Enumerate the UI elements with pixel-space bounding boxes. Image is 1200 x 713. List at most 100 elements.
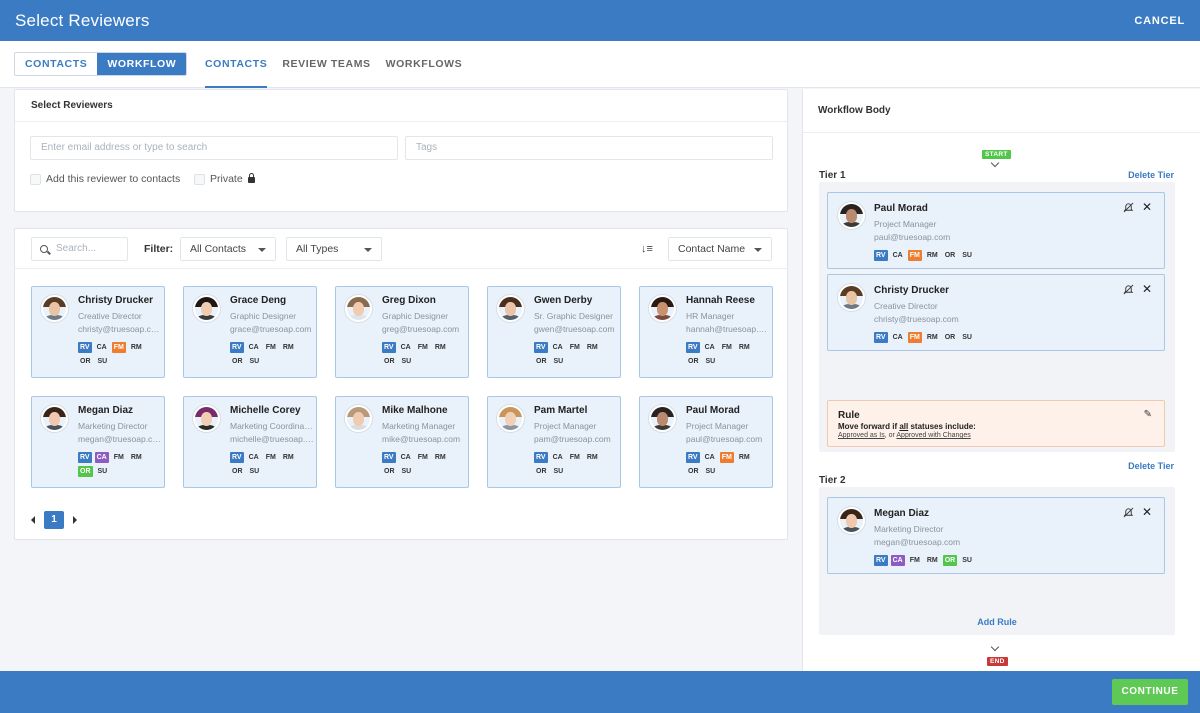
tab-workflows[interactable]: WORKFLOWS [386,41,463,88]
delete-tier-2-button[interactable]: Delete Tier [1128,461,1174,471]
role-badge: CA [400,344,411,351]
pagination: 1 [31,511,77,529]
rule-title: Rule [838,410,860,421]
role-badge: RV [874,250,888,261]
role-badge: RM [130,454,142,461]
contact-role: HR Manager [686,311,735,321]
rule-statuses: Approved as Is, or Approved with Changes [838,432,971,439]
avatar [497,405,524,432]
role-badge: OR [688,358,699,365]
status-link[interactable]: Approved with Changes [896,432,970,439]
role-badge: RV [534,342,548,353]
cancel-button[interactable]: CANCEL [1134,15,1185,27]
reviewer-card[interactable]: Megan Diaz Marketing Director megan@trueso… [827,497,1165,574]
avatar [838,202,865,229]
toggle-workflow[interactable]: WORKFLOW [97,53,187,75]
tags-input[interactable]: Tags [405,136,773,160]
page-number[interactable]: 1 [44,511,64,529]
role-badges: RV CA FM RM OR SU [78,452,164,480]
filter-contacts-select[interactable]: All Contacts [180,237,276,261]
reviewer-card[interactable]: Paul Morad Project Manager paul@truesoap.c… [827,192,1165,269]
top-bar: Select Reviewers CANCEL [0,0,1200,41]
private-label: Private [210,173,243,185]
role-badge: RM [738,344,750,351]
avatar [345,405,372,432]
remove-reviewer-icon[interactable]: ✕ [1142,282,1152,296]
tier-2-label: Tier 2 [819,475,846,486]
remove-reviewer-icon[interactable]: ✕ [1142,505,1152,519]
contact-name: Hannah Reese [686,295,755,306]
mute-notifications-icon[interactable] [1123,284,1134,295]
toggle-contacts[interactable]: CONTACTS [15,53,97,75]
chevron-down-icon [364,248,372,252]
contact-card[interactable]: Paul Morad Project Manager paul@truesoap.c… [639,396,773,488]
role-badge: OR [944,252,956,259]
workflow-panel: Workflow Body START Tier 1 Delete Tier P… [802,89,1200,671]
role-badges: RV CA FM RM OR SU [382,452,468,480]
role-badges: RV CA FM RM OR SU [874,250,1074,264]
role-badge: CA [400,454,411,461]
add-to-contacts-checkbox[interactable]: Add this reviewer to contacts [30,173,180,185]
status-link[interactable]: Approved as Is [838,432,885,439]
delete-tier-1-button[interactable]: Delete Tier [1128,170,1174,180]
contact-role: Graphic Designer [382,311,449,321]
role-badges: RV CA FM RM OR SU [382,342,468,370]
role-badge: RV [534,452,548,463]
sort-select[interactable]: Contact Name [668,237,772,261]
role-badge: RM [282,344,294,351]
filter-types-select[interactable]: All Types [286,237,382,261]
rule-card[interactable]: Rule Move forward if all statuses includ… [827,400,1165,447]
contact-card[interactable]: Mike Malhone Marketing Manager mike@trueso… [335,396,469,488]
role-badge: RV [230,452,244,463]
mute-notifications-icon[interactable] [1123,507,1134,518]
divider [803,132,1200,133]
role-badge: RM [130,344,142,351]
contact-card[interactable]: Gwen Derby Sr. Graphic Designer gwen@trues… [487,286,621,378]
tab-contacts[interactable]: CONTACTS [205,41,268,88]
contact-email: michelle@truesoap.com [230,434,314,444]
role-badge: RV [686,452,700,463]
reviewer-card[interactable]: Christy Drucker Creative Director christy@… [827,274,1165,351]
contact-card[interactable]: Hannah Reese HR Manager hannah@truesoap.co… [639,286,773,378]
contact-card[interactable]: Grace Deng Graphic Designer grace@truesoap… [183,286,317,378]
filter-contacts-value: All Contacts [190,243,247,255]
contact-card[interactable]: Pam Martel Project Manager pam@truesoap.co… [487,396,621,488]
edit-icon[interactable]: ✎ [1144,409,1152,420]
contact-email: hannah@truesoap.com [686,324,770,334]
contact-card[interactable]: Greg Dixon Graphic Designer greg@truesoap.… [335,286,469,378]
search-placeholder: Search... [56,243,97,254]
role-badge: FM [113,454,124,461]
private-checkbox[interactable]: Private [194,173,255,185]
prev-page-icon[interactable] [31,516,35,524]
remove-reviewer-icon[interactable]: ✕ [1142,200,1152,214]
sort-order-icon[interactable]: ↓≡ [641,242,655,256]
add-rule-button[interactable]: Add Rule [819,617,1175,627]
contact-name: Greg Dixon [382,295,436,306]
contact-card[interactable]: Michelle Corey Marketing Coordinator miche… [183,396,317,488]
checkbox-box[interactable] [194,173,205,185]
avatar [193,405,220,432]
contact-name: Gwen Derby [534,295,593,306]
avatar [41,405,68,432]
tab-review-teams[interactable]: REVIEW TEAMS [282,41,370,88]
role-badge: RV [874,555,888,566]
mute-notifications-icon[interactable] [1123,202,1134,213]
reviewer-role: Creative Director [874,301,938,311]
contact-search-input[interactable]: Search... [31,237,128,261]
role-badge: RV [382,342,396,353]
workflow-title: Workflow Body [818,105,891,116]
next-page-icon[interactable] [73,516,77,524]
email-search-input[interactable]: Enter email address or type to search [30,136,398,160]
reviewer-role: Project Manager [874,219,937,229]
select-reviewers-panel: Select Reviewers Enter email address or … [14,89,788,212]
role-badges: RV CA FM RM OR SU [686,342,772,370]
reviewer-role: Marketing Director [874,524,944,534]
role-badge: OR [536,468,547,475]
contact-card[interactable]: Christy Drucker Creative Director christy@… [31,286,165,378]
continue-button[interactable]: CONTINUE [1112,679,1188,705]
checkbox-box[interactable] [30,173,41,185]
contact-email: megan@truesoap.com [78,434,162,444]
lock-icon [247,173,255,183]
contact-card[interactable]: Megan Diaz Marketing Director megan@trueso… [31,396,165,488]
select-reviewers-title: Select Reviewers [15,90,787,122]
